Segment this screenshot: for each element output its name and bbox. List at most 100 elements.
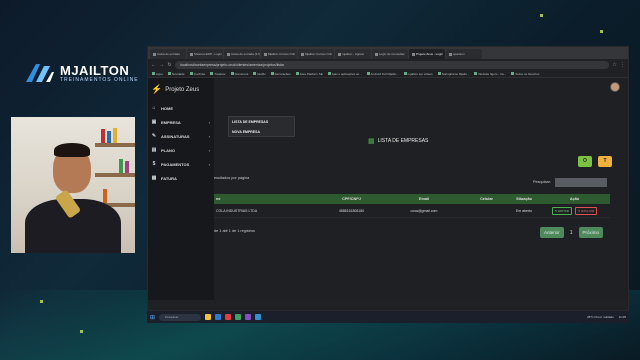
bookmark-icon bbox=[270, 72, 274, 76]
sidebar-item-fatura[interactable]: ▦ FATURA bbox=[148, 171, 214, 185]
back-icon[interactable]: ← bbox=[151, 62, 156, 68]
browser-tab[interactable]: Caixa de entrada (27) bbox=[224, 49, 260, 59]
reload-icon[interactable]: ↻ bbox=[167, 62, 172, 68]
bookmark-label: Document bbox=[234, 71, 249, 76]
sidebar-item-label: FATURA bbox=[161, 175, 177, 181]
tab-label: mjailton - Agosto bbox=[342, 52, 365, 56]
bookmark-item[interactable]: Decorações bbox=[270, 72, 291, 76]
bookmark-item[interactable]: Ajax e aplicações ac... bbox=[327, 72, 362, 76]
cell-cpf: 4888161808180 bbox=[338, 208, 365, 213]
sidebar-item-plano[interactable]: ▤ PLANO › bbox=[148, 143, 214, 157]
sidebar-menu: ⌂ HOME ▣ EMPRESA › ✎ ASSINATURAS › ▤ PLANO › $ PAGAM… bbox=[148, 101, 214, 185]
bookmark-label: Tradutor bbox=[214, 71, 226, 76]
browser-tab[interactable]: Sistema ERP - Login bbox=[187, 49, 223, 59]
bookmark-item[interactable]: Todos os favoritos bbox=[511, 72, 539, 76]
bookmark-item[interactable]: Document bbox=[230, 71, 249, 76]
tab-label: Caixa de entrada (27) bbox=[231, 52, 260, 56]
dropdown-item-new-company[interactable]: NOVA EMPRESA bbox=[229, 127, 294, 137]
favicon-icon bbox=[338, 52, 341, 56]
edit-button[interactable]: ✎ EDITAR bbox=[551, 206, 572, 215]
payment-icon: $ bbox=[152, 161, 156, 167]
forward-icon[interactable]: → bbox=[159, 62, 164, 68]
url-field[interactable]: localhost/contaexpress/projeto-crud/clie… bbox=[175, 60, 609, 69]
app-icon[interactable] bbox=[245, 314, 252, 320]
bookmark-item[interactable]: Java Platform SE bbox=[295, 72, 323, 76]
browser-tab[interactable]: Mjailton Cursos Onli bbox=[261, 49, 297, 59]
chevron-right-icon: › bbox=[208, 147, 210, 153]
browser-tab[interactable]: Projeto Zeus - Login bbox=[409, 49, 445, 59]
per-page-label: esultados por página bbox=[214, 176, 250, 180]
home-icon: ⌂ bbox=[152, 105, 156, 111]
delete-button[interactable]: ✕ EXCLUIR bbox=[574, 206, 598, 215]
edge-icon[interactable] bbox=[215, 314, 222, 320]
search-input[interactable] bbox=[555, 178, 607, 187]
col-header-email[interactable]: Email bbox=[384, 197, 464, 201]
sidebar-item-pagamentos[interactable]: $ PAGAMENTOS › bbox=[148, 157, 214, 171]
col-header-situacao[interactable]: Situação bbox=[509, 197, 539, 201]
app-icon[interactable] bbox=[225, 314, 232, 320]
favicon-icon bbox=[449, 52, 452, 56]
sidebar-item-label: PLANO bbox=[161, 147, 175, 153]
bookmark-item[interactable]: Android Full Mjailto... bbox=[366, 72, 399, 76]
toggle-button[interactable]: T bbox=[598, 156, 612, 167]
brand[interactable]: ⚡ Projeto Zeus bbox=[148, 78, 214, 95]
bookmark-icon bbox=[167, 72, 171, 76]
dropdown-item-list-companies[interactable]: LISTA DE EMPRESAS bbox=[229, 117, 294, 127]
bookmark-item[interactable]: Apps bbox=[152, 72, 163, 76]
bookmark-icon bbox=[366, 72, 370, 76]
sidebar-item-empresa[interactable]: ▣ EMPRESA › bbox=[148, 115, 214, 129]
decor-speck bbox=[540, 14, 543, 17]
sidebar-item-home[interactable]: ⌂ HOME bbox=[148, 101, 214, 115]
chrome-icon[interactable] bbox=[235, 314, 242, 320]
bookmark-label: Todos os favoritos bbox=[515, 71, 540, 76]
plan-icon: ▤ bbox=[151, 147, 157, 153]
col-header-name[interactable]: ne bbox=[214, 197, 319, 201]
bookmark-icon bbox=[511, 72, 515, 76]
logo-mark-icon bbox=[24, 62, 56, 84]
page-title-text: LISTA DE EMPRESAS bbox=[377, 138, 429, 144]
windows-start-icon[interactable]: ⊞ bbox=[150, 314, 155, 321]
export-button[interactable]: O bbox=[578, 156, 592, 167]
webcam-feed bbox=[11, 117, 135, 253]
bookmark-label: YouTube bbox=[193, 71, 206, 76]
menu-icon[interactable]: ⋮ bbox=[620, 62, 625, 68]
bookmark-item[interactable]: mjailton top vídeos bbox=[403, 71, 433, 76]
bookmark-icon bbox=[189, 72, 193, 76]
building-icon: ▣ bbox=[151, 119, 157, 125]
bookmark-item[interactable]: Springframe Mjaltu... bbox=[437, 71, 470, 76]
status-bar bbox=[148, 300, 628, 304]
col-header-cpf[interactable]: CPF/CNPJ bbox=[319, 197, 384, 201]
bookmark-item[interactable]: YouTube bbox=[189, 71, 206, 76]
col-header-celular[interactable]: Celular bbox=[464, 197, 509, 201]
browser-tab[interactable]: Login de Consultas bbox=[372, 49, 408, 59]
star-icon[interactable]: ☆ bbox=[612, 62, 617, 68]
bookmark-icon bbox=[210, 72, 214, 76]
taskbar-search[interactable]: Pesquisar bbox=[159, 313, 202, 321]
sidebar-item-label: PAGAMENTOS bbox=[161, 161, 190, 167]
tab-label: Projeto Zeus - Login bbox=[416, 52, 444, 56]
decor-speck bbox=[80, 330, 83, 333]
bookmark-item[interactable]: Website figuro - tra... bbox=[474, 72, 506, 76]
empresa-dropdown: LISTA DE EMPRESAS NOVA EMPRESA bbox=[228, 116, 295, 137]
file-explorer-icon[interactable] bbox=[205, 314, 212, 320]
logo-title: MJAILTON bbox=[60, 62, 130, 78]
prev-page-button[interactable]: Anterior bbox=[540, 227, 564, 238]
browser-tab[interactable]: mjailton - Agosto bbox=[335, 49, 371, 59]
brand-name: Projeto Zeus bbox=[165, 86, 200, 93]
browser-tab[interactable]: quantum bbox=[446, 49, 482, 59]
bookmark-label: Springframe Mjaltu... bbox=[441, 71, 470, 76]
favicon-icon bbox=[412, 52, 415, 56]
next-page-button[interactable]: Próximo bbox=[578, 227, 604, 238]
browser-tab[interactable]: Mjailton Cursos Onli bbox=[298, 49, 334, 59]
browser-tab[interactable]: Caixa de entrada bbox=[150, 49, 186, 59]
video-stage: MJAILTON TREINAMENTOS ONLINE Caixa de en… bbox=[0, 0, 640, 360]
system-tray: 28°C Prevl. nublado 11:05 bbox=[587, 315, 629, 319]
vscode-icon[interactable] bbox=[255, 314, 262, 320]
bookmark-item[interactable]: Netflix bbox=[253, 72, 266, 76]
bookmark-item[interactable]: Novidade bbox=[167, 72, 185, 76]
bookmark-label: mjailton top vídeos bbox=[407, 71, 433, 76]
bookmark-item[interactable]: Tradutor bbox=[210, 71, 226, 76]
avatar[interactable] bbox=[610, 82, 620, 92]
sidebar-item-assinaturas[interactable]: ✎ ASSINATURAS › bbox=[148, 129, 214, 143]
current-page[interactable]: 1 bbox=[570, 230, 573, 236]
